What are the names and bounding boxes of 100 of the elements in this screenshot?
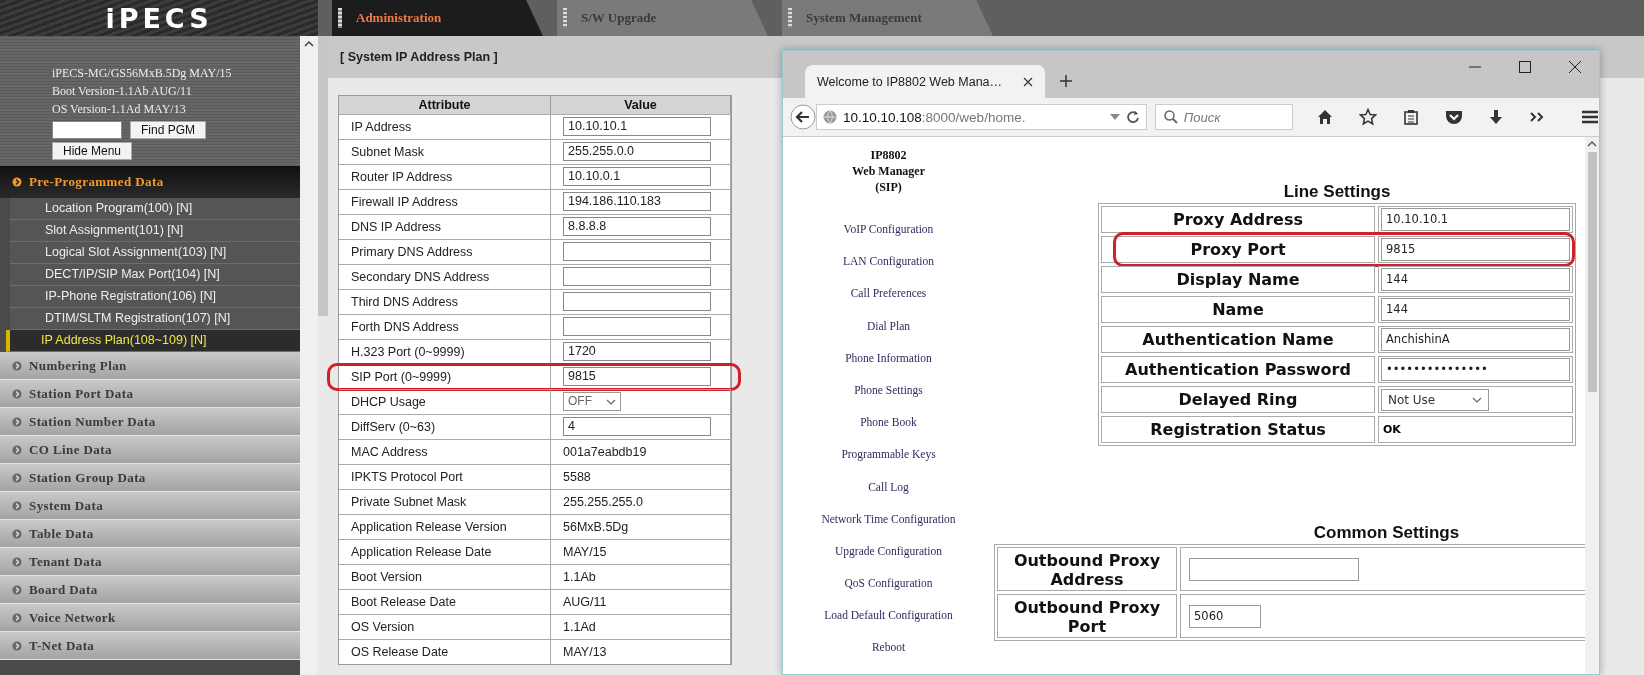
dropdown-caret-icon[interactable] (1109, 114, 1120, 120)
chevron-down-icon[interactable] (1472, 396, 1482, 403)
nav-link[interactable]: Network Time Configuration (821, 502, 956, 535)
bullet-icon[interactable] (12, 444, 22, 455)
input-field[interactable]: 1720 (563, 342, 711, 361)
input-field[interactable]: 5060 (1189, 604, 1261, 628)
input-field[interactable] (1189, 557, 1359, 581)
menu-item[interactable]: Location Program(100) [N] (10, 198, 300, 220)
scrollbar[interactable] (300, 36, 318, 675)
maximize-icon[interactable] (1519, 61, 1531, 73)
menu-section[interactable]: CO Line Data (0, 436, 300, 464)
close-icon[interactable] (1023, 76, 1033, 87)
nav-link[interactable]: Phone Book (860, 406, 917, 439)
menu-section[interactable]: Board Data (0, 576, 300, 604)
caret-up-icon[interactable] (1587, 140, 1597, 148)
caret-up-icon[interactable] (304, 40, 314, 48)
menu-section[interactable]: Tenant Data (0, 548, 300, 576)
input-field[interactable]: 9815 (563, 367, 711, 386)
input-field[interactable]: 4 (563, 417, 711, 436)
bullet-icon[interactable] (12, 584, 22, 595)
input-field[interactable]: 10.10.10.1 (1381, 208, 1570, 231)
menu-section[interactable]: Pre-Programmed Data (0, 166, 300, 198)
input-field[interactable]: AnchishinA (1381, 328, 1570, 351)
input-field[interactable]: 255.255.0.0 (563, 142, 711, 161)
nav-tab[interactable]: Administration (332, 0, 543, 36)
table-cell: Forth DNS Address (339, 315, 551, 339)
nav-link[interactable]: VoIP Configuration (843, 213, 934, 246)
nav-link[interactable]: Dial Plan (866, 309, 911, 342)
bullet-icon[interactable] (12, 528, 22, 539)
chevron-down-icon[interactable] (606, 398, 616, 405)
dropdown[interactable]: OFF (563, 392, 621, 411)
download-arrow-icon[interactable] (1489, 109, 1503, 125)
input-field[interactable]: 8.8.8.8 (563, 217, 711, 236)
menu-item[interactable]: Logical Slot Assignment(103) [N] (10, 242, 300, 264)
input-field[interactable]: 194.186.110.183 (563, 192, 711, 211)
nav-link[interactable]: Phone Information (845, 341, 932, 374)
nav-link[interactable]: Phone Settings (854, 373, 923, 407)
nav-link[interactable]: Programmable Keys (841, 438, 936, 471)
nav-link[interactable]: Upgrade Configuration (835, 534, 942, 568)
menu-item[interactable]: IP Address Plan(108~109) [N] (6, 330, 300, 352)
nav-link[interactable]: Call Preferences (850, 277, 927, 310)
double-chevron-icon[interactable] (1529, 111, 1545, 123)
browser-tab[interactable]: Welcome to IP8802 Web Mana… (805, 65, 1045, 98)
nav-link[interactable]: Reboot (871, 631, 906, 664)
menu-section[interactable]: Voice Network (0, 604, 300, 632)
bullet-icon[interactable] (12, 500, 22, 511)
status-text: OK (1382, 423, 1401, 436)
dropdown[interactable]: Not Use (1381, 388, 1489, 411)
pocket-icon[interactable] (1445, 109, 1463, 125)
scroll-thumb[interactable] (1587, 152, 1597, 392)
table-cell: IP Address (339, 115, 551, 139)
menu-section[interactable]: Station Number Data (0, 408, 300, 436)
nav-link[interactable]: QoS Configuration (844, 567, 933, 600)
input-field[interactable]: 144 (1381, 298, 1570, 321)
reload-icon[interactable] (1125, 110, 1140, 124)
globe-icon[interactable] (823, 110, 837, 124)
input-field[interactable] (563, 317, 711, 336)
input-field[interactable] (563, 242, 711, 261)
menu-section[interactable]: T-Net Data (0, 632, 300, 660)
nav-link[interactable]: Load Default Configuration (824, 599, 953, 632)
menu-section[interactable]: System Data (0, 492, 300, 520)
address-bar[interactable]: 10.10.10.108:8000/web/home. (816, 104, 1147, 130)
bullet-icon[interactable] (12, 416, 22, 427)
home-icon[interactable] (1317, 109, 1333, 125)
menu-item[interactable]: Slot Assignment(101) [N] (10, 220, 300, 242)
menu-item[interactable]: IP-Phone Registration(106) [N] (10, 286, 300, 308)
search-field[interactable] (52, 121, 122, 139)
star-icon[interactable] (1359, 108, 1377, 126)
bullet-icon[interactable] (12, 360, 22, 371)
input-field[interactable]: ••••••••••••••• (1381, 358, 1570, 381)
find-button[interactable]: Find PGM (130, 121, 206, 139)
input-field[interactable]: 10.10.0.1 (563, 167, 711, 186)
bullet-icon[interactable] (12, 177, 22, 187)
menu-item[interactable]: DECT/IP/SIP Max Port(104) [N] (10, 264, 300, 286)
plus-icon[interactable] (1059, 74, 1073, 88)
menu-section[interactable]: Station Port Data (0, 380, 300, 408)
input-field[interactable] (563, 267, 711, 286)
input-field[interactable]: 10.10.10.1 (563, 117, 711, 136)
nav-link[interactable]: Call Log (868, 470, 909, 503)
scroll-thumb[interactable] (318, 36, 328, 316)
clipboard-icon[interactable] (1403, 109, 1419, 125)
search-icon[interactable] (1163, 110, 1178, 124)
search-field[interactable]: Поиск (1154, 104, 1293, 130)
menu-section[interactable]: Numbering Plan (0, 352, 300, 380)
input-field[interactable]: 9815 (1381, 238, 1570, 261)
menu-section[interactable]: Table Data (0, 520, 300, 548)
bullet-icon[interactable] (12, 388, 22, 399)
menu-item[interactable]: DTIM/SLTM Registration(107) [N] (10, 308, 300, 330)
bullet-icon[interactable] (12, 640, 22, 651)
close-icon[interactable] (1569, 61, 1581, 73)
menu-section[interactable]: Station Group Data (0, 464, 300, 492)
table-cell: AUG/11 (551, 590, 731, 614)
bullet-icon[interactable] (12, 612, 22, 623)
input-field[interactable] (563, 292, 711, 311)
nav-link[interactable]: LAN Configuration (843, 245, 934, 278)
input-field[interactable]: 144 (1381, 268, 1570, 291)
bullet-icon[interactable] (12, 472, 22, 483)
menu-icon[interactable] (1581, 110, 1599, 124)
bullet-icon[interactable] (12, 556, 22, 567)
hide-menu-button[interactable]: Hide Menu (52, 142, 133, 160)
